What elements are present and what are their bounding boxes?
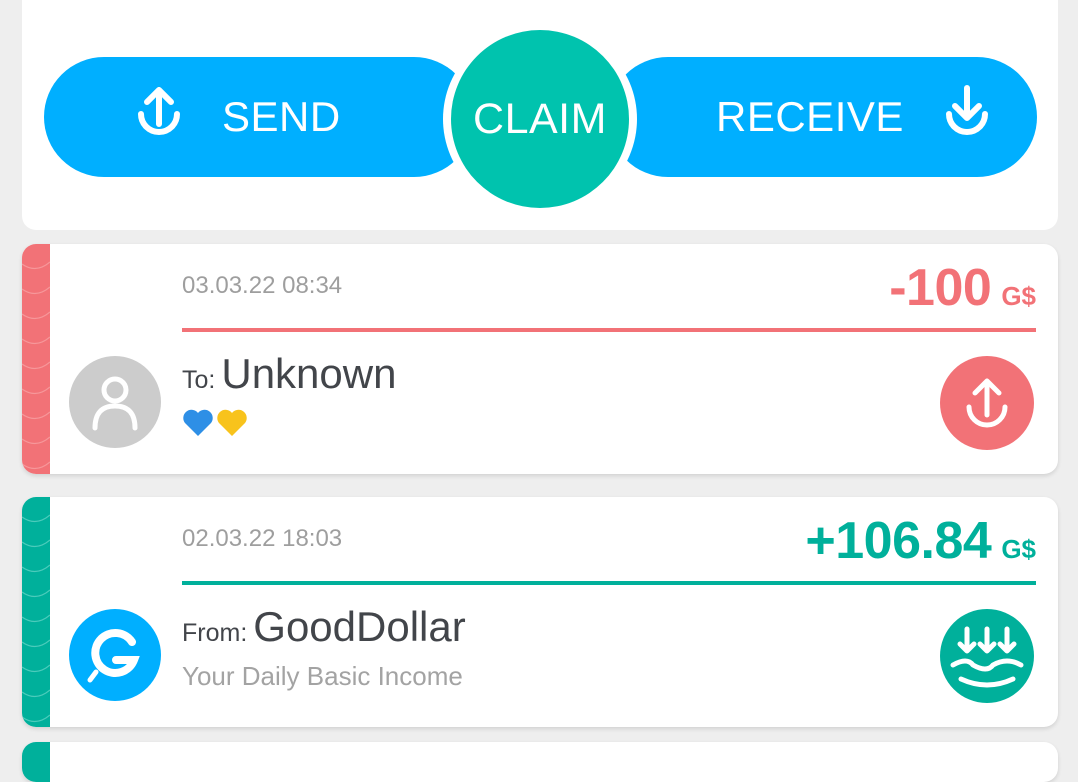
sent-stripe [22, 244, 51, 474]
transaction-date: 03.03.22 08:34 [182, 272, 343, 299]
transaction-date: 02.03.22 18:03 [182, 525, 343, 552]
claim-label: CLAIM [451, 30, 629, 208]
amount-value: -100 [889, 259, 992, 317]
receive-button[interactable]: RECEIVE [608, 57, 1037, 177]
gooddollar-logo-icon [69, 609, 161, 701]
transaction-party: To: Unknown [182, 350, 396, 398]
party-name: Unknown [221, 350, 397, 397]
claim-button[interactable]: CLAIM [443, 24, 637, 214]
yellow-heart-icon [216, 408, 248, 443]
amount-divider [182, 581, 1036, 585]
received-stripe [22, 497, 51, 727]
receive-label: RECEIVE [716, 93, 904, 140]
party-prefix: From: [182, 619, 248, 647]
memo-emoji [182, 408, 248, 443]
received-stripe [22, 742, 50, 782]
person-icon [69, 356, 161, 448]
currency-label: G$ [1001, 534, 1036, 564]
transaction-card-received[interactable]: 02.03.22 18:03 +106.84 G$ From: GoodDoll… [22, 497, 1058, 727]
transaction-party: From: GoodDollar [182, 603, 466, 651]
currency-label: G$ [1001, 281, 1036, 311]
transaction-subtitle: Your Daily Basic Income [182, 661, 463, 691]
transaction-amount: +106.84 G$ [805, 511, 1036, 571]
party-name: GoodDollar [253, 603, 466, 650]
ubi-claim-icon[interactable] [940, 609, 1034, 703]
send-label: SEND [222, 93, 341, 140]
send-button[interactable]: SEND [44, 57, 474, 177]
blue-heart-icon [182, 408, 214, 443]
send-arrow-icon [136, 84, 182, 150]
receive-arrow-icon [944, 84, 990, 150]
transaction-card-sent[interactable]: 03.03.22 08:34 -100 G$ To: Unknown [22, 244, 1058, 474]
party-prefix: To: [182, 366, 216, 394]
transaction-amount: -100 G$ [889, 258, 1036, 318]
transaction-card-next[interactable] [22, 742, 1058, 782]
amount-value: +106.84 [805, 512, 992, 570]
amount-divider [182, 328, 1036, 332]
send-arrow-icon[interactable] [940, 356, 1034, 450]
